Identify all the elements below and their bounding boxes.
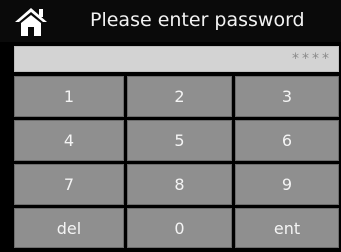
title-bar: Please enter password [0,0,341,42]
key-0-button[interactable]: 0 [127,208,232,248]
password-mask: **** [292,51,332,67]
key-4-button[interactable]: 4 [14,120,124,161]
key-5-button[interactable]: 5 [127,120,232,161]
key-7-button[interactable]: 7 [14,164,124,205]
key-6-button[interactable]: 6 [235,120,339,161]
key-9-button[interactable]: 9 [235,164,339,205]
key-8-button[interactable]: 8 [127,164,232,205]
password-panel: Please enter password **** 1 2 3 4 5 6 7… [0,0,341,252]
numeric-keypad: 1 2 3 4 5 6 7 8 9 del 0 ent [14,76,339,248]
key-2-button[interactable]: 2 [127,76,232,117]
password-input[interactable]: **** [14,46,339,72]
key-1-button[interactable]: 1 [14,76,124,117]
delete-button[interactable]: del [14,208,124,248]
page-title: Please enter password [90,9,305,31]
home-icon-graphic [15,8,47,36]
home-icon[interactable] [14,6,48,38]
enter-button[interactable]: ent [235,208,339,248]
key-3-button[interactable]: 3 [235,76,339,117]
